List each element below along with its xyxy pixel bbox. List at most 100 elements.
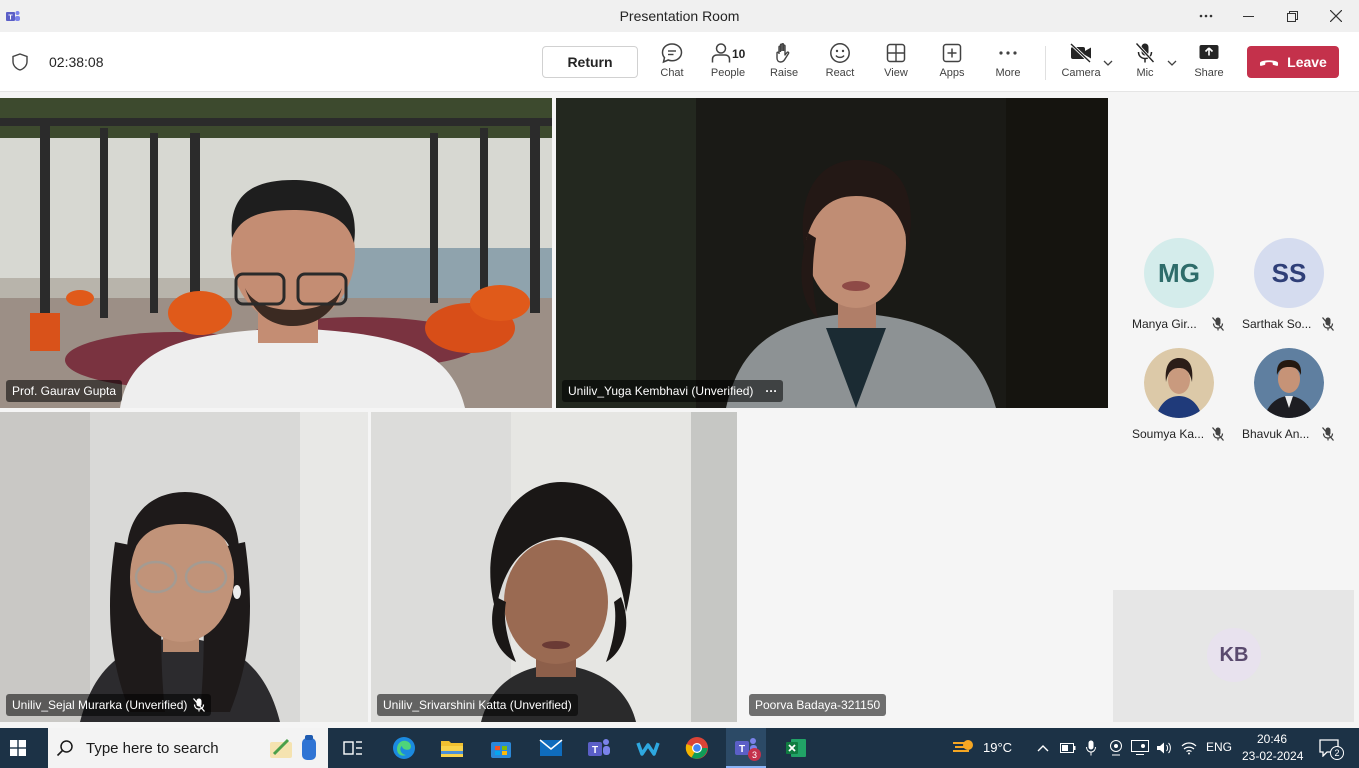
teams-chat-taskbar-button[interactable]: T: [583, 728, 615, 768]
shield-icon[interactable]: [12, 53, 28, 71]
weather-icon: [953, 740, 973, 752]
teams-icon: T: [588, 739, 610, 756]
weather-widget[interactable]: [948, 728, 978, 768]
show-hidden-icons-button[interactable]: [1034, 728, 1052, 768]
leave-label: Leave: [1287, 54, 1327, 70]
video-tile-srivarshini-katta[interactable]: Uniliv_Srivarshini Katta (Unverified): [371, 412, 737, 722]
battery-status[interactable]: [1058, 728, 1078, 768]
close-button[interactable]: [1314, 0, 1358, 32]
mic-button[interactable]: Mic: [1117, 42, 1173, 86]
grid-view-icon: [886, 43, 906, 63]
task-view-icon: [343, 741, 362, 755]
phone-hangup-icon: [1260, 60, 1279, 66]
view-label: View: [884, 67, 908, 79]
mic-options-chevron[interactable]: [1167, 58, 1177, 69]
avatar-manya[interactable]: MG: [1144, 238, 1214, 308]
chat-button[interactable]: Chat: [644, 42, 700, 86]
microphone-in-use[interactable]: [1082, 728, 1100, 768]
teams-notification-badge: 3: [748, 748, 761, 761]
webex-taskbar-button[interactable]: [632, 728, 664, 768]
participant-name: Uniliv_Srivarshini Katta (Unverified): [383, 698, 572, 712]
video-feed: [0, 412, 368, 722]
video-tile-poorva-badaya[interactable]: Poorva Badaya-321150: [740, 412, 1108, 722]
wifi-icon: [1181, 742, 1197, 755]
chevron-down-icon: [1167, 60, 1177, 66]
mail-taskbar-button[interactable]: [535, 728, 567, 768]
svg-text:T: T: [592, 745, 598, 756]
search-icon: [56, 740, 73, 757]
return-button[interactable]: Return: [542, 46, 638, 78]
tile-more-options-button[interactable]: ···: [765, 384, 777, 398]
avatar-bhavuk[interactable]: [1254, 348, 1324, 418]
roster-name-soumya: Soumya Ka...: [1132, 427, 1205, 441]
muted-mic-icon: [193, 698, 206, 712]
clock-time[interactable]: 20:46: [1257, 732, 1287, 746]
self-view-tile[interactable]: KB: [1113, 590, 1354, 722]
camera-in-use[interactable]: [1106, 728, 1126, 768]
input-language[interactable]: ENG: [1206, 740, 1232, 754]
people-button[interactable]: 10 People: [700, 42, 756, 86]
roster-name-manya: Manya Gir...: [1132, 317, 1197, 331]
raise-hand-icon: [776, 43, 790, 63]
chrome-taskbar-button[interactable]: [681, 728, 713, 768]
add-apps-icon: [942, 43, 962, 63]
people-count: 10: [732, 47, 746, 61]
mail-icon: [539, 739, 563, 756]
video-tile-gaurav-gupta[interactable]: Prof. Gaurav Gupta: [0, 98, 552, 408]
people-icon: [711, 43, 731, 63]
restore-button[interactable]: [1270, 0, 1314, 32]
task-view-button[interactable]: [338, 728, 368, 768]
toolbar-divider: [1045, 46, 1046, 80]
participant-name-tag: Uniliv_Sejal Murarka (Unverified): [6, 694, 212, 716]
window-more-button[interactable]: [1184, 0, 1228, 32]
participant-name: Uniliv_Sejal Murarka (Unverified): [12, 698, 188, 712]
view-button[interactable]: View: [868, 42, 924, 86]
store-taskbar-button[interactable]: [485, 728, 517, 768]
video-tile-sejal-murarka[interactable]: Uniliv_Sejal Murarka (Unverified): [0, 412, 368, 722]
clock-date[interactable]: 23-02-2024: [1242, 749, 1303, 763]
avatar-sarthak[interactable]: SS: [1254, 238, 1324, 308]
share-button[interactable]: Share: [1181, 42, 1237, 86]
participant-name: Uniliv_Yuga Kembhavi (Unverified): [568, 384, 754, 398]
mic-label: Mic: [1136, 67, 1154, 79]
chevron-down-icon: [1103, 60, 1113, 66]
teams-meeting-taskbar-button[interactable]: T 3: [726, 728, 766, 768]
leave-button[interactable]: Leave: [1247, 46, 1339, 78]
title-bar: T Presentation Room: [0, 0, 1359, 32]
location-screen-status[interactable]: [1129, 728, 1151, 768]
react-button[interactable]: React: [812, 42, 868, 86]
participant-name-tag: Prof. Gaurav Gupta: [6, 380, 123, 402]
teams-meeting-window: T Presentation Room 02:38:08 Return Chat: [0, 0, 1359, 768]
store-icon: [491, 742, 511, 758]
camera-label: Camera: [1061, 67, 1101, 79]
camera-button[interactable]: Camera: [1053, 42, 1109, 86]
more-button[interactable]: More: [980, 42, 1036, 86]
microphone-icon: [1086, 740, 1096, 756]
muted-mic-icon: [1322, 317, 1334, 331]
excel-taskbar-button[interactable]: [780, 728, 812, 768]
video-tile-yuga-kembhavi[interactable]: Uniliv_Yuga Kembhavi (Unverified) ···: [556, 98, 1108, 408]
roster-name-bhavuk: Bhavuk An...: [1242, 427, 1310, 441]
camera-options-chevron[interactable]: [1103, 58, 1113, 69]
svg-text:T: T: [739, 744, 745, 755]
edge-taskbar-button[interactable]: [388, 728, 420, 768]
windows-taskbar: Type here to search T T 3 19°C ENG 20:46…: [0, 728, 1359, 768]
apps-button[interactable]: Apps: [924, 42, 980, 86]
meeting-timer: 02:38:08: [49, 54, 104, 70]
avatar-soumya[interactable]: [1144, 348, 1214, 418]
notification-center-button[interactable]: 2: [1312, 728, 1346, 768]
taskbar-search-box[interactable]: Type here to search: [48, 728, 328, 768]
notification-count-badge: 2: [1330, 746, 1344, 760]
speaker-icon: [1157, 742, 1171, 754]
file-explorer-taskbar-button[interactable]: [436, 728, 468, 768]
volume-button[interactable]: [1154, 728, 1174, 768]
close-icon: [1330, 10, 1342, 22]
chat-icon: [661, 43, 683, 64]
temperature[interactable]: 19°C: [983, 740, 1012, 755]
raise-hand-button[interactable]: Raise: [756, 42, 812, 86]
start-button[interactable]: [0, 728, 36, 768]
react-label: React: [825, 67, 855, 79]
participant-name-tag: Uniliv_Srivarshini Katta (Unverified): [377, 694, 578, 716]
network-button[interactable]: [1179, 728, 1199, 768]
minimize-button[interactable]: [1226, 0, 1270, 32]
